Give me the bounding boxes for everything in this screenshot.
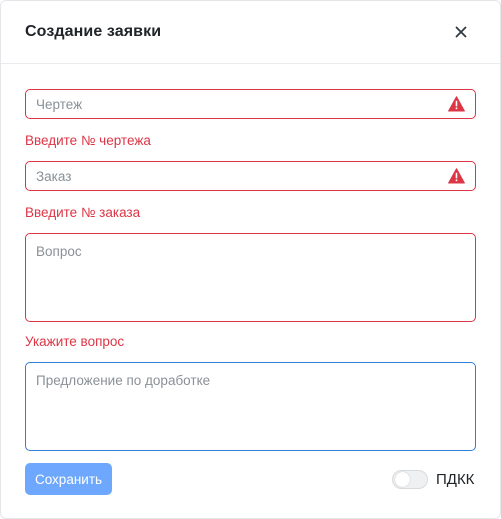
modal-title: Создание заявки [25, 23, 162, 40]
drawing-placeholder: Чертеж [36, 97, 83, 112]
order-error: Введите № заказа [25, 205, 141, 220]
close-button[interactable] [449, 20, 473, 44]
improvement-placeholder: Предложение по доработке [36, 373, 211, 388]
order-field[interactable]: Заказ [25, 161, 476, 191]
create-request-modal: Создание заявки Чертеж Введите № чертежа… [0, 0, 501, 519]
toggle-knob [395, 472, 410, 487]
improvement-textarea[interactable]: Предложение по доработке [25, 362, 476, 451]
warning-icon [448, 96, 465, 112]
question-placeholder: Вопрос [36, 244, 82, 259]
order-placeholder: Заказ [36, 169, 72, 184]
drawing-field[interactable]: Чертеж [25, 89, 476, 119]
question-error: Укажите вопрос [25, 334, 125, 349]
save-button[interactable]: Сохранить [25, 463, 112, 495]
drawing-error: Введите № чертежа [25, 133, 151, 148]
pdkk-toggle-label: ПДКК [436, 471, 475, 488]
pdkk-toggle[interactable] [392, 470, 428, 489]
warning-icon [448, 168, 465, 184]
modal-header: Создание заявки [1, 1, 500, 64]
close-icon [455, 26, 467, 38]
question-textarea[interactable]: Вопрос [25, 233, 476, 322]
